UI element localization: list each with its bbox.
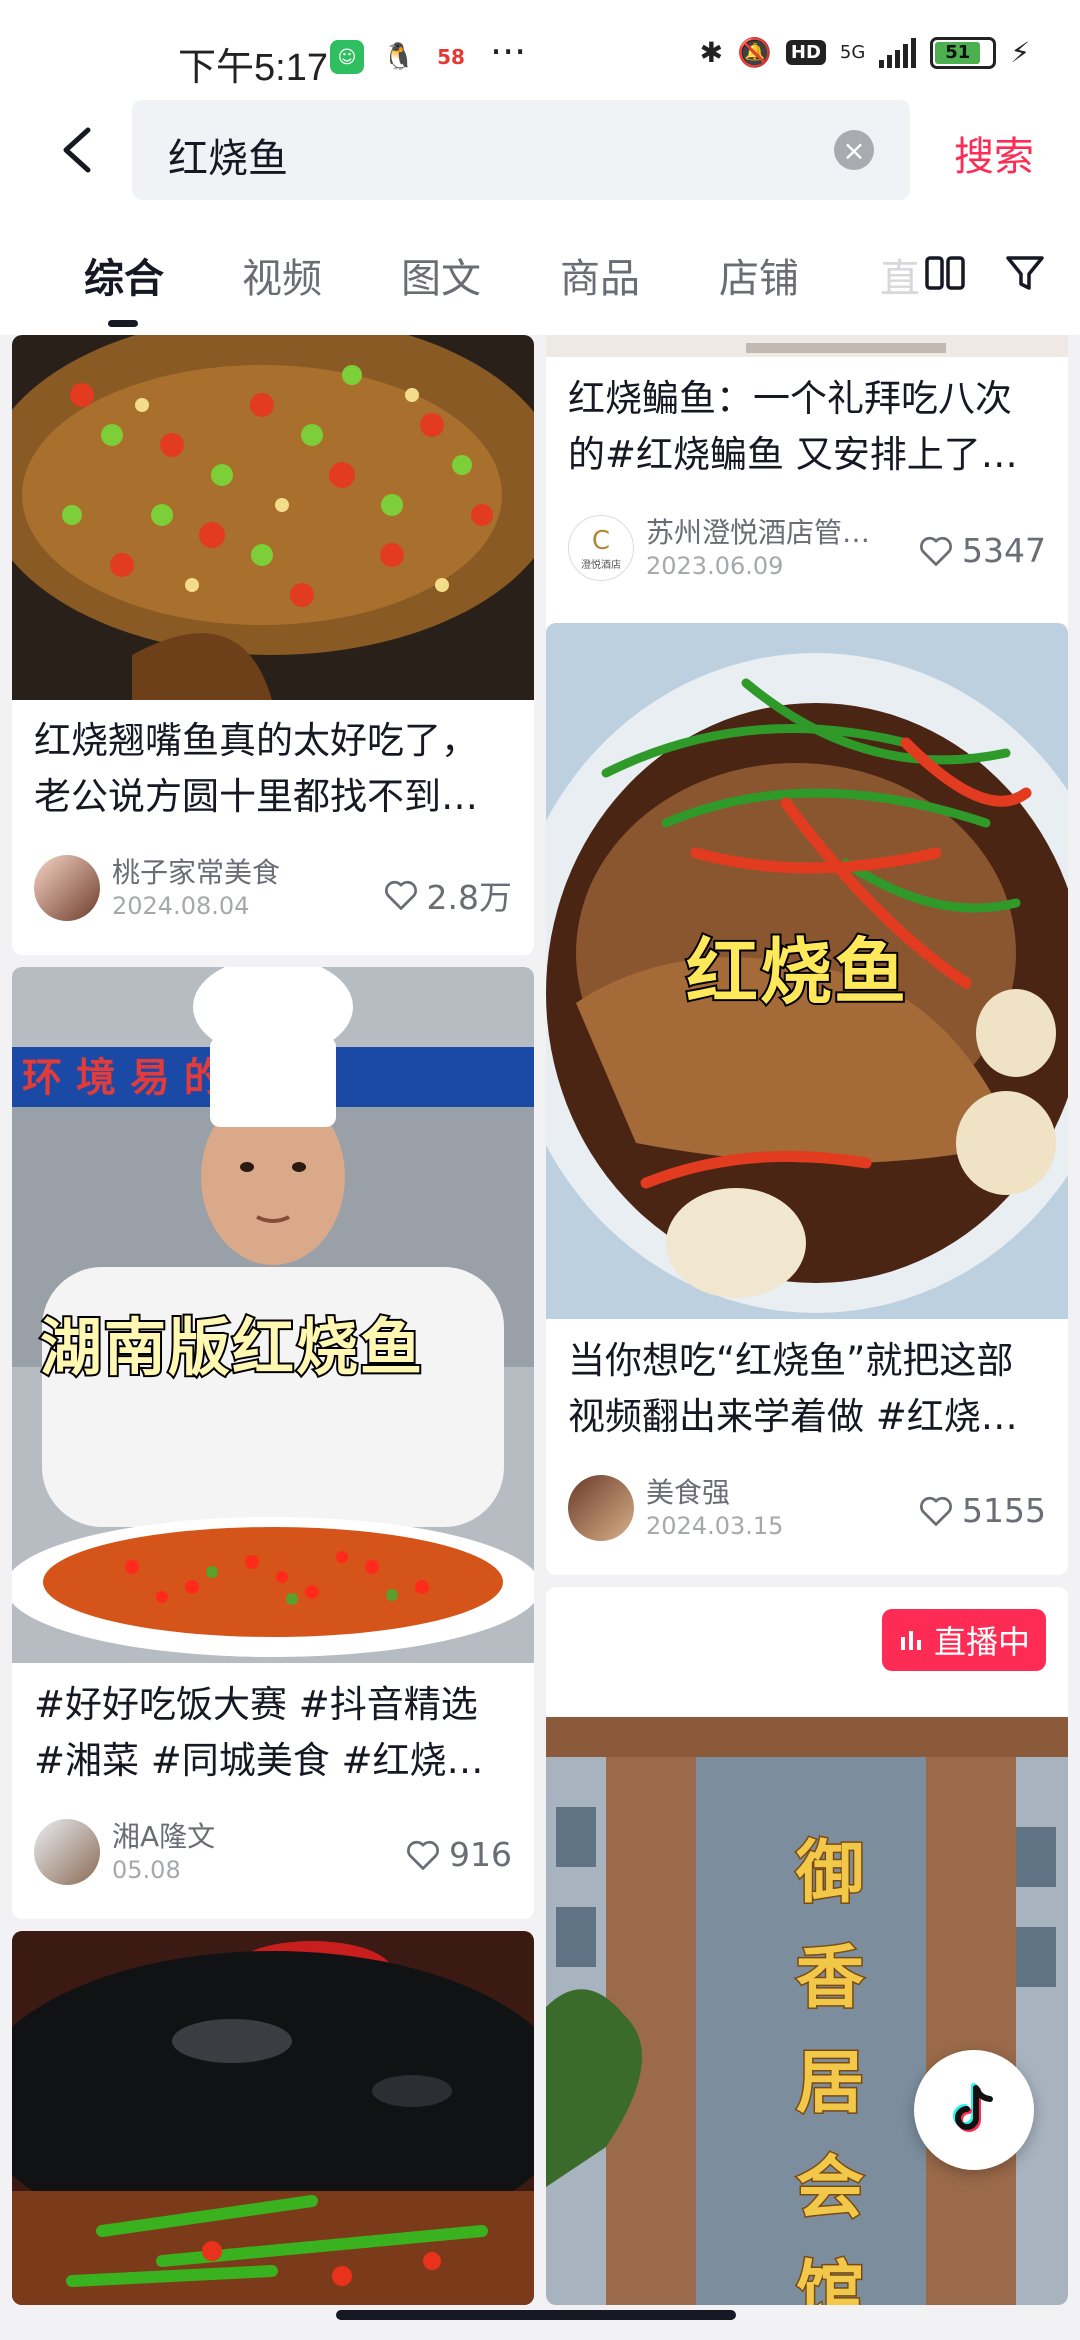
heart-icon	[384, 880, 417, 910]
like-count-value: 916	[449, 1835, 512, 1874]
sign-char: 馆	[794, 2253, 867, 2306]
status-time: 下午5:17	[178, 47, 328, 89]
tab-live-partial[interactable]: 直	[880, 246, 920, 304]
like-count[interactable]: 5347	[918, 531, 1046, 570]
like-count-value: 5155	[962, 1491, 1046, 1530]
card-title: #好好吃饭大赛 #抖音精选 #湘菜 #同城美食 #红烧…	[34, 1683, 484, 1782]
mute-icon: 🔕	[737, 36, 772, 69]
tab-imagetext[interactable]: 图文	[401, 246, 481, 304]
search-input[interactable]: 红烧鱼 ×	[132, 100, 910, 200]
signal-icon	[879, 37, 917, 68]
sign-char: 香	[794, 1938, 867, 2020]
notification-icons: ☺ 🐧 58	[330, 40, 468, 74]
back-arrow-icon[interactable]	[50, 120, 110, 180]
author-name: 美食强	[646, 1476, 731, 1509]
heart-icon	[920, 1496, 952, 1526]
result-card[interactable]	[12, 1931, 534, 2305]
tab-video[interactable]: 视频	[242, 246, 322, 304]
building-sign: 御 香 居 会 馆	[794, 1817, 867, 2306]
sign-char: 御	[794, 1833, 867, 1915]
card-author[interactable]: C 澄悦酒店 苏州澄悦酒店管… 2023.06.09	[568, 515, 870, 581]
card-title: 红烧鳊鱼：一个礼拜吃八次的#红烧鳊鱼 又安排上了…	[568, 377, 1018, 476]
card-cover-image	[12, 335, 534, 700]
card-cover-image: 环 境 易 的 是 湖南版红烧鱼	[12, 967, 534, 1663]
like-count-value: 5347	[962, 531, 1046, 570]
hd-icon: HD	[785, 40, 826, 65]
battery-level: 51	[935, 41, 981, 64]
tab-goods[interactable]: 商品	[560, 246, 640, 304]
like-count[interactable]: 2.8万	[383, 871, 512, 919]
filter-icon[interactable]	[1002, 250, 1048, 296]
search-header: 红烧鱼 × 搜索	[0, 100, 1080, 220]
heart-icon	[920, 536, 952, 566]
system-icons: ✱ 🔕 HD 5G 51 ⚡	[700, 36, 1030, 69]
double-column-icon[interactable]	[922, 250, 968, 296]
tiktok-icon	[953, 2083, 993, 2132]
like-count[interactable]: 916	[405, 1835, 512, 1874]
like-count[interactable]: 5155	[918, 1491, 1046, 1530]
active-tab-indicator	[108, 320, 138, 327]
result-card[interactable]: 红烧翘嘴鱼真的太好吃了，老公说方圆十里都找不到… 桃子家常美食 2024.08.…	[12, 335, 534, 955]
card-title: 红烧翘嘴鱼真的太好吃了，老公说方圆十里都找不到…	[34, 719, 478, 818]
card-author[interactable]: 美食强 2024.03.15	[568, 1475, 783, 1541]
live-bars-icon	[900, 1631, 921, 1650]
cover-overlay-text: 湖南版红烧鱼	[38, 1309, 425, 1386]
bluetooth-icon: ✱	[699, 36, 724, 69]
post-date: 2024.03.15	[646, 1512, 784, 1540]
more-notifications-icon: ···	[490, 30, 527, 74]
app58-icon: 58	[434, 40, 468, 74]
result-card[interactable]: 环 境 易 的 是 湖南版红烧鱼 #好好吃饭大赛 #抖音精选 #湘菜 #同城美食…	[12, 967, 534, 1919]
results-feed[interactable]: 红烧翘嘴鱼真的太好吃了，老公说方圆十里都找不到… 桃子家常美食 2024.08.…	[0, 335, 1080, 2305]
card-cover-image	[12, 1931, 534, 2305]
avatar	[568, 1475, 634, 1541]
result-card[interactable]: 红烧鱼 当你想吃“红烧鱼”就把这部视频翻出来学着做 #红烧… 美食强 2024.…	[546, 623, 1068, 1575]
sign-char: 居	[794, 2043, 867, 2125]
network-label: 5G	[839, 42, 866, 63]
card-cover-image	[546, 335, 1068, 357]
author-name: 苏州澄悦酒店管…	[646, 516, 871, 549]
clear-icon[interactable]: ×	[834, 130, 874, 170]
search-button[interactable]: 搜索	[954, 124, 1034, 182]
home-indicator[interactable]	[336, 2310, 736, 2320]
card-cover-image: 红烧鱼	[546, 623, 1068, 1319]
sign-char: 会	[794, 2148, 867, 2230]
tab-bar: 综合 视频 图文 商品 店铺 直	[0, 220, 1080, 335]
post-date: 2024.08.04	[112, 892, 250, 920]
tab-comprehensive[interactable]: 综合	[84, 246, 164, 304]
search-query: 红烧鱼	[168, 136, 288, 182]
card-cover-image: 御 香 居 会 馆	[546, 1587, 1068, 2305]
author-name: 桃子家常美食	[112, 856, 281, 889]
status-bar: 下午5:17 ☺ 🐧 58 ··· ✱ 🔕 HD 5G 51 ⚡	[0, 0, 1080, 100]
avatar	[34, 855, 100, 921]
qq-icon: 🐧	[382, 40, 416, 74]
charging-icon: ⚡	[1010, 36, 1030, 69]
card-author[interactable]: 湘A隆文 05.08	[34, 1819, 215, 1885]
author-name: 湘A隆文	[112, 1820, 216, 1853]
live-badge: 直播中	[881, 1609, 1046, 1671]
card-author[interactable]: 桃子家常美食 2024.08.04	[34, 855, 280, 921]
result-card-live[interactable]: 御 香 居 会 馆 直播中	[546, 1587, 1068, 2305]
battery-icon: 51	[930, 36, 997, 69]
avatar	[34, 1819, 100, 1885]
live-badge-label: 直播中	[933, 1623, 1030, 1661]
heart-icon	[407, 1840, 439, 1870]
like-count-value: 2.8万	[426, 878, 512, 917]
tab-shop[interactable]: 店铺	[719, 246, 799, 304]
post-date: 2023.06.09	[646, 552, 784, 580]
post-date: 05.08	[112, 1856, 181, 1884]
card-title: 当你想吃“红烧鱼”就把这部视频翻出来学着做 #红烧…	[568, 1339, 1018, 1438]
avatar-logo-text: 澄悦酒店	[581, 559, 621, 571]
wechat-icon: ☺	[330, 40, 364, 74]
cover-overlay-text: 红烧鱼	[684, 928, 909, 1016]
avatar: C 澄悦酒店	[568, 515, 634, 581]
tiktok-float-button[interactable]	[914, 2050, 1034, 2170]
